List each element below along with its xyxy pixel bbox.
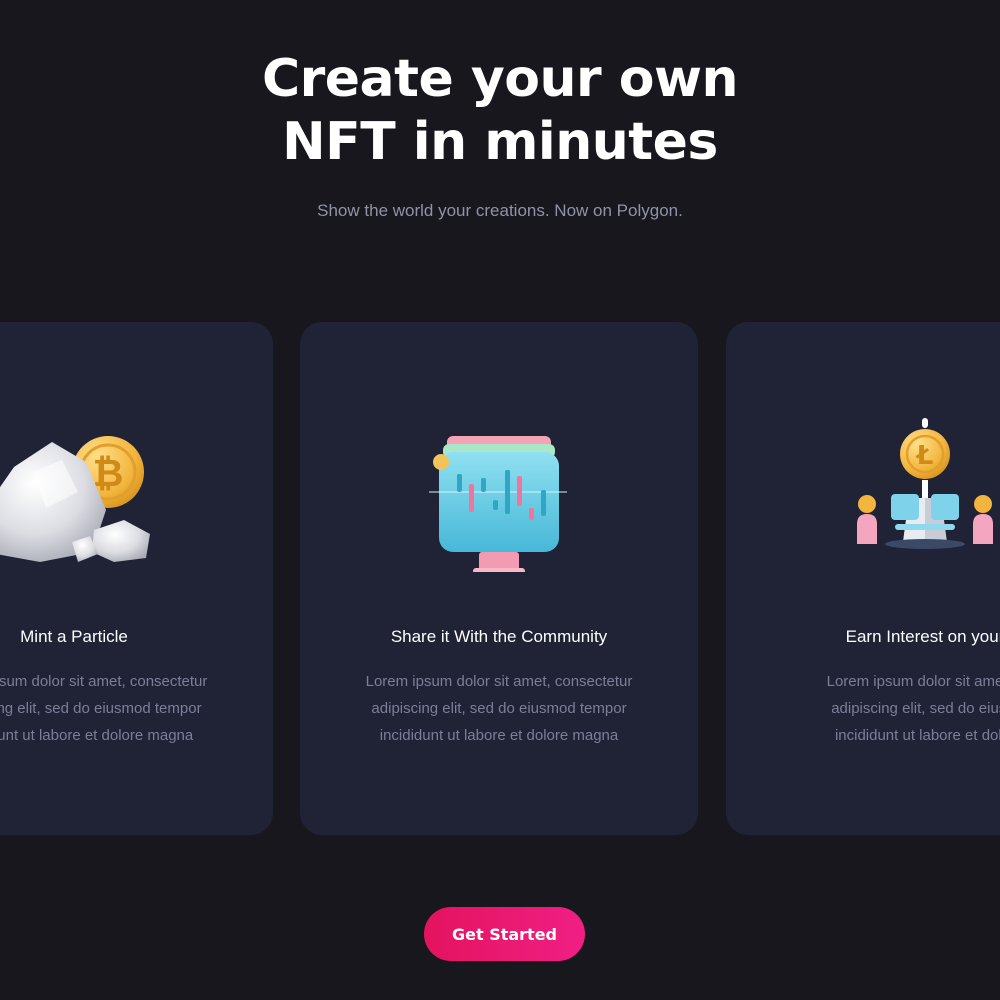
hero-subtitle: Show the world your creations. Now on Po… [317, 201, 683, 220]
card-body-line: incididunt ut labore et dolor [834, 727, 1000, 744]
card-body-line: incididunt ut labore et dolore magna [0, 727, 194, 744]
card-body-line: adipiscing elit, sed do eiusmod tempor [0, 700, 202, 717]
svg-text:Ł: Ł [915, 441, 934, 471]
bitcoin-rock-icon: ₿ [0, 436, 150, 562]
card-title: Share it With the Community [390, 627, 608, 646]
page: Create your own NFT in minutes Show the … [0, 0, 1000, 1000]
feature-card-share: Share it With the Community Lorem ipsum … [300, 322, 698, 835]
card-title: Earn Interest on your [845, 627, 1000, 646]
card-body-line: Lorem ipsum dolor sit amet, consectetur [365, 673, 633, 690]
feature-card-earn: Ł Earn Interest on your Lorem ipsum dolo… [726, 322, 1000, 835]
litecoin-staking-icon: Ł [857, 418, 993, 549]
card-body-line: incididunt ut labore et dolore magna [379, 727, 619, 744]
feature-card-mint: ₿ Mint a Particle Lorem ipsum dolor sit … [0, 322, 273, 835]
card-body-line: Lorem ipsum dolor sit amet, consectetur [0, 673, 208, 690]
trading-monitor-icon [429, 436, 567, 572]
card-body: Lorem ipsum dolor sit amet, c adipiscing… [726, 668, 1000, 749]
card-body-line: adipiscing elit, sed do eiusm [831, 700, 1000, 717]
card-body: Lorem ipsum dolor sit amet, consectetur … [0, 668, 273, 749]
hero-title-line2: NFT in minutes [282, 112, 718, 172]
card-body: Lorem ipsum dolor sit amet, consectetur … [300, 668, 698, 749]
get-started-button[interactable]: Get Started [424, 907, 585, 961]
svg-text:₿: ₿ [93, 451, 124, 495]
card-title: Mint a Particle [20, 627, 128, 646]
card-body-line: Lorem ipsum dolor sit amet, c [826, 673, 1000, 690]
card-body-line: adipiscing elit, sed do eiusmod tempor [371, 700, 627, 717]
hero-title: Create your own NFT in minutes [0, 48, 1000, 174]
hero-title-line1: Create your own [261, 49, 739, 109]
